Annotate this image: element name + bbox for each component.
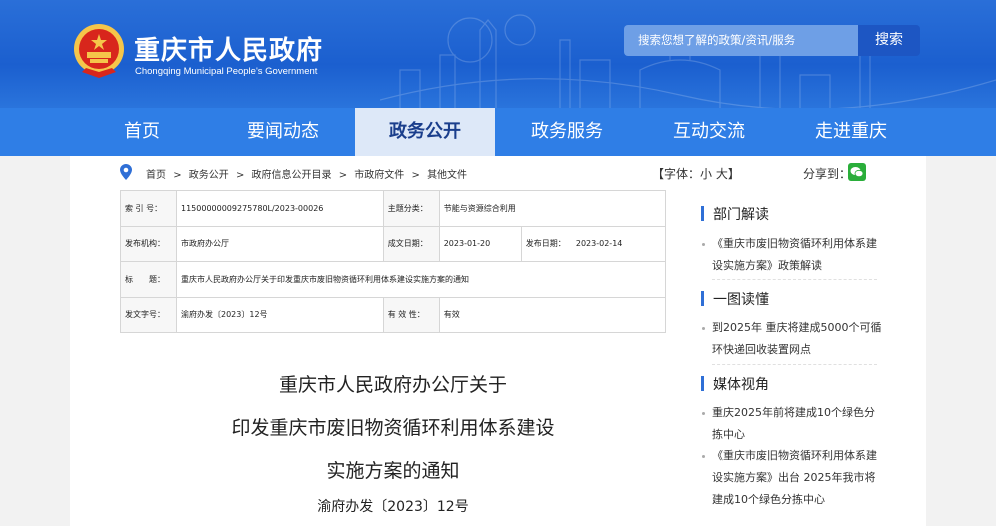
meta-index-label: 索 引 号： [120, 190, 177, 227]
breadcrumb-sep: > [173, 170, 182, 181]
sidebar-heading-infographic: 一图读懂 [701, 289, 769, 309]
sidebar-divider [712, 364, 877, 365]
nav-item-about-chongqing[interactable]: 走进重庆 [781, 108, 921, 156]
sidebar-link[interactable]: 《重庆市废旧物资循环利用体系建设实施方案》政策解读 [702, 233, 882, 277]
breadcrumb: 首页 > 政务公开 > 政府信息公开目录 > 市政府文件 > 其他文件 [146, 166, 471, 182]
meta-topic-label: 主题分类： [382, 190, 440, 227]
nav-item-gov-services[interactable]: 政务服务 [497, 108, 637, 156]
nav-item-news[interactable]: 要闻动态 [213, 108, 353, 156]
breadcrumb-home[interactable]: 首页 [146, 170, 166, 181]
site-title[interactable]: 重庆市人民政府 [134, 30, 323, 67]
meta-published-value: 2023-02-14 [575, 239, 623, 249]
meta-topic-value: 节能与资源综合利用 [438, 190, 667, 227]
site-header: 重庆市人民政府 Chongqing Municipal People's Gov… [0, 0, 996, 108]
breadcrumb-catalog[interactable]: 政府信息公开目录 [252, 170, 332, 181]
breadcrumb-sep: > [411, 170, 420, 181]
breadcrumb-other-docs[interactable]: 其他文件 [427, 170, 467, 181]
nav-item-home[interactable]: 首页 [92, 108, 192, 156]
sidebar-link[interactable]: 重庆2025年前将建成10个绿色分拣中心 [702, 402, 882, 446]
sidebar-heading-dept-interpretation: 部门解读 [701, 204, 769, 224]
meta-title-label: 标 题： [120, 261, 177, 298]
meta-docno-label: 发文字号： [120, 296, 177, 333]
breadcrumb-sep: > [235, 170, 245, 181]
nav-item-gov-affairs[interactable]: 政务公开 [355, 108, 495, 156]
wechat-share-icon[interactable] [848, 163, 866, 181]
search-button[interactable]: 搜索 [858, 25, 920, 56]
meta-written-label: 成文日期： [382, 225, 440, 262]
site-subtitle: Chongqing Municipal People's Government [135, 66, 318, 77]
sidebar-link[interactable]: 《重庆市废旧物资循环利用体系建设实施方案》出台 2025年我市将建成10个绿色分… [702, 445, 882, 511]
meta-valid-value: 有效 [438, 296, 667, 333]
document-title-line-2: 印发重庆市废旧物资循环利用体系建设 [231, 417, 555, 439]
meta-index-value: 11500000009275780L/2023-00026 [176, 190, 384, 227]
meta-valid-label: 有 效 性： [382, 296, 440, 333]
nav-item-interaction[interactable]: 互动交流 [639, 108, 779, 156]
document-metadata-table: 索 引 号： 11500000009275780L/2023-00026 主题分… [120, 190, 667, 333]
meta-issuer-value: 市政府办公厅 [176, 225, 384, 262]
main-nav: 首页 要闻动态 政务公开 政务服务 互动交流 走进重庆 [0, 108, 996, 156]
meta-issuer-label: 发布机构： [120, 225, 177, 262]
sidebar-link[interactable]: 到2025年 重庆将建成5000个可循环快递回收装置网点 [702, 317, 882, 361]
meta-published: 发布日期： 2023-02-14 [520, 225, 667, 262]
meta-docno-value: 渝府办发〔2023〕12号 [176, 296, 384, 333]
font-size-toggle[interactable]: 【字体：小 大】 [652, 165, 740, 182]
document-number: 渝府办发〔2023〕12号 [317, 499, 469, 515]
breadcrumb-sep: > [338, 170, 348, 181]
breadcrumb-city-docs[interactable]: 市政府文件 [354, 170, 404, 181]
breadcrumb-gov-affairs[interactable]: 政务公开 [189, 170, 229, 181]
meta-published-label: 发布日期： [525, 239, 566, 249]
meta-title-value: 重庆市人民政府办公厅关于印发重庆市废旧物资循环利用体系建设实施方案的通知 [176, 261, 666, 298]
sidebar-heading-media-view: 媒体视角 [701, 374, 769, 394]
document-title-line-3: 实施方案的通知 [326, 460, 460, 482]
share-label: 分享到： [803, 167, 852, 181]
document-title-line-1: 重庆市人民政府办公厅关于 [278, 374, 507, 396]
meta-written-value: 2023-01-20 [438, 225, 522, 262]
search-input[interactable]: 搜索您想了解的政策/资讯/服务 [624, 25, 858, 56]
national-emblem-icon [74, 24, 124, 78]
location-pin-icon [120, 164, 132, 180]
sidebar-divider [712, 279, 877, 280]
